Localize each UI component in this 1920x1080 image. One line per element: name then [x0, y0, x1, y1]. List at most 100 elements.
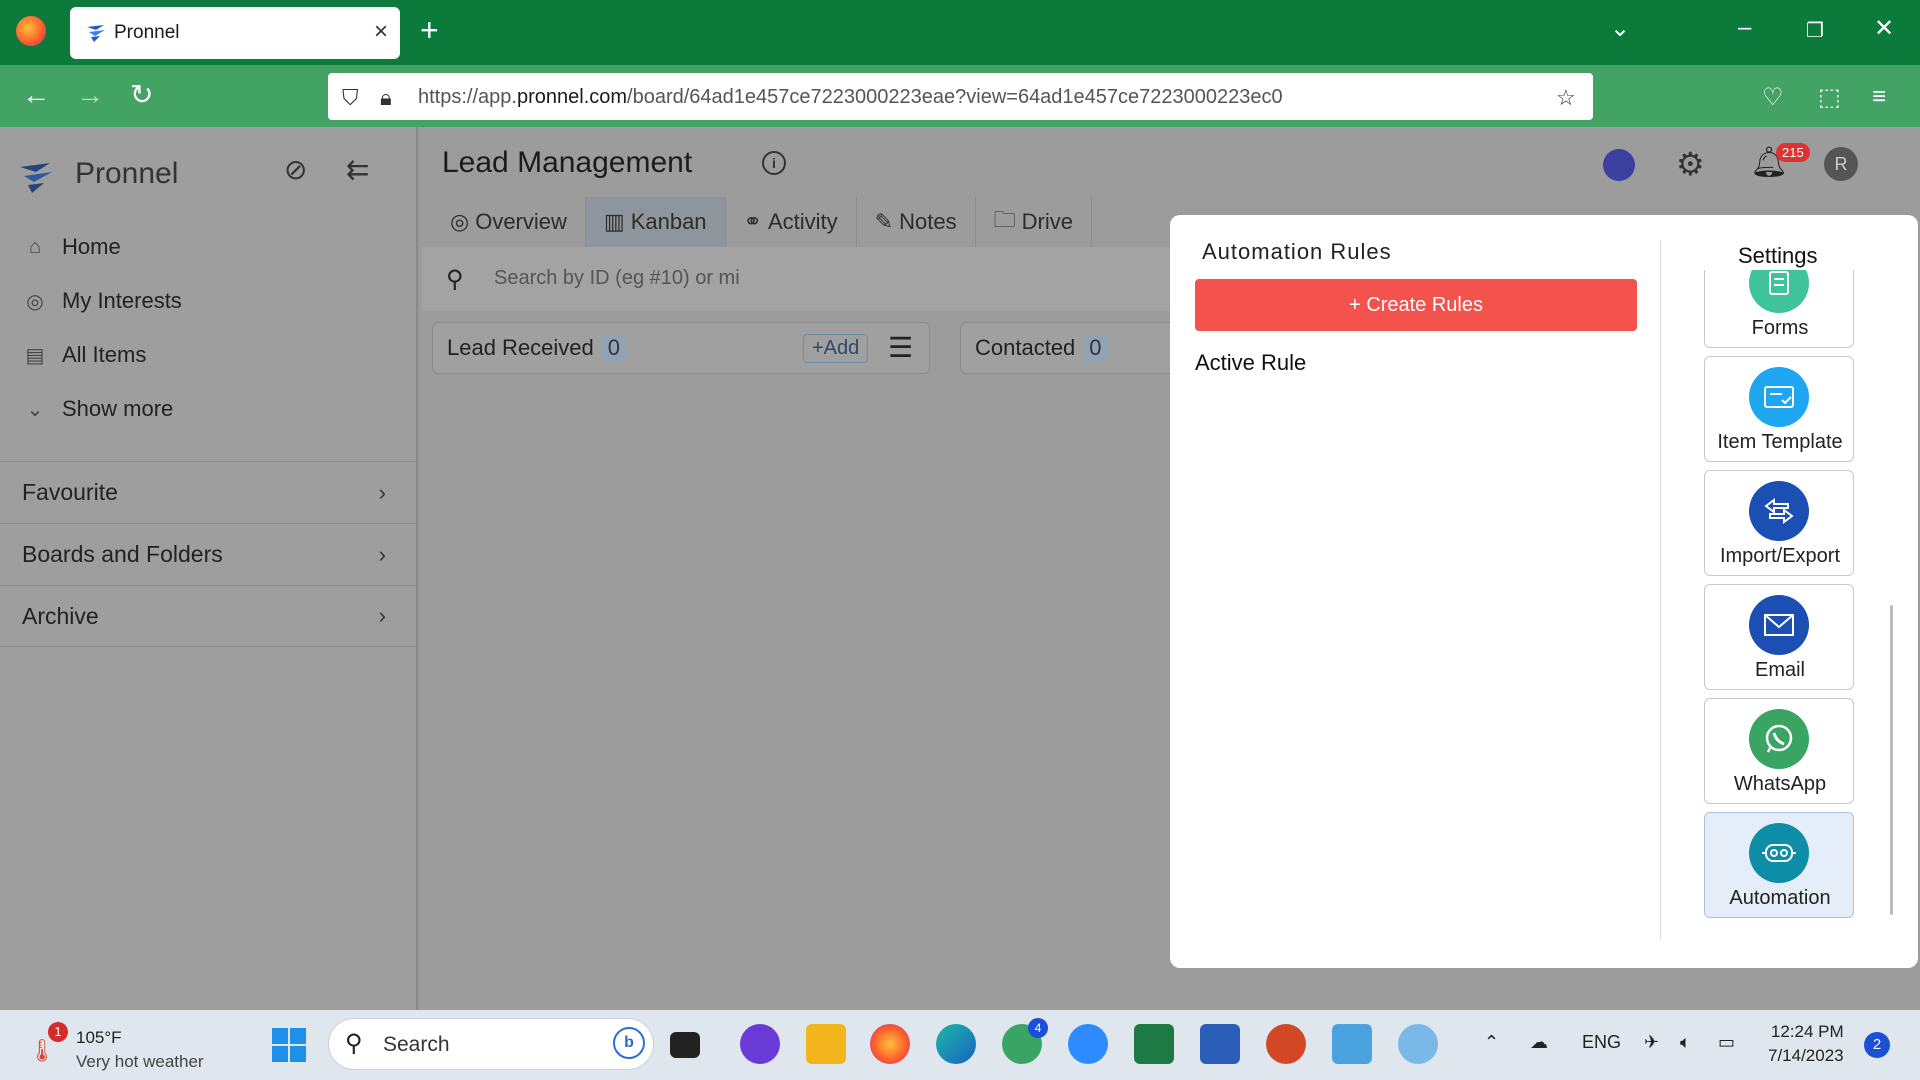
- chevron-up-icon[interactable]: ⌃: [1484, 1032, 1499, 1053]
- import-export-icon: [1749, 481, 1809, 541]
- firefox-icon[interactable]: [16, 16, 46, 46]
- bing-icon[interactable]: b: [613, 1027, 645, 1059]
- add-item-button[interactable]: +Add: [803, 334, 869, 363]
- chevron-right-icon: ›: [378, 541, 386, 567]
- home-icon: ⌂: [28, 235, 42, 258]
- page-title: Lead Management: [442, 146, 693, 179]
- battery-icon[interactable]: ▭: [1718, 1032, 1735, 1053]
- gear-icon[interactable]: ⚙: [1676, 145, 1705, 183]
- search-icon: ⚲: [345, 1030, 363, 1057]
- pronnel-logo-icon: [20, 163, 52, 193]
- browser-tab[interactable]: Pronnel ×: [70, 7, 400, 59]
- tab-title: Pronnel: [114, 22, 180, 43]
- sidebar-item-all-items[interactable]: ▤ All Items: [22, 335, 147, 375]
- task-view-icon[interactable]: [670, 1032, 700, 1058]
- tab-kanban[interactable]: ▥ Kanban: [585, 197, 726, 247]
- word-icon[interactable]: [1200, 1024, 1240, 1064]
- column-title: Contacted 0: [975, 335, 1108, 361]
- tab-list-icon[interactable]: ⌄: [1610, 14, 1630, 43]
- clock[interactable]: 12:24 PM 7/14/2023: [1768, 1020, 1844, 1068]
- sidebar-section-boards[interactable]: Boards and Folders ›: [0, 523, 418, 585]
- extensions-icon[interactable]: ⬚: [1818, 83, 1841, 112]
- app: Pronnel ⊘ ⇇ ⌂ Home ◎ My Interests ▤ All Ite…: [0, 127, 1920, 1010]
- divider: [1660, 240, 1661, 940]
- thermometer-icon: 🌡︎: [28, 1038, 56, 1063]
- tab-drive[interactable]: 🗀 Drive: [976, 197, 1092, 247]
- sidebar-item-home[interactable]: ⌂ Home: [22, 227, 121, 267]
- activity-icon: ⚭: [743, 209, 762, 234]
- items-icon: ▤: [25, 344, 45, 367]
- new-tab-button[interactable]: +: [420, 14, 439, 46]
- automation-modal: Automation Rules + Create Rules Active R…: [1170, 215, 1918, 968]
- forward-icon[interactable]: →: [76, 81, 104, 109]
- column-count: 0: [1083, 335, 1108, 361]
- search-icon: ⚲: [446, 266, 464, 293]
- bookmark-star-icon[interactable]: ☆: [1556, 85, 1576, 111]
- settings-item-email[interactable]: Email: [1704, 584, 1854, 690]
- menu-icon[interactable]: ≡: [1872, 83, 1886, 111]
- settings-item-item-template[interactable]: Item Template: [1704, 356, 1854, 462]
- lock-icon[interactable]: 🔒︎: [380, 85, 392, 111]
- pocket-icon[interactable]: ♡: [1762, 83, 1784, 112]
- url-text[interactable]: https://app.pronnel.com/board/64ad1e457c…: [418, 86, 1283, 109]
- column-title: Lead Received 0: [447, 335, 627, 361]
- cloud-icon[interactable]: ☁: [1530, 1032, 1548, 1053]
- notification-count[interactable]: 2: [1864, 1032, 1890, 1058]
- sidebar: Pronnel ⊘ ⇇ ⌂ Home ◎ My Interests ▤ All Ite…: [0, 127, 418, 1010]
- close-window-icon[interactable]: ✕: [1874, 14, 1894, 43]
- reload-icon[interactable]: ↻: [130, 81, 153, 109]
- notepad-icon[interactable]: [1332, 1024, 1372, 1064]
- paint-icon[interactable]: [1398, 1024, 1438, 1064]
- settings-item-automation[interactable]: Automation: [1704, 812, 1854, 918]
- windows-start-icon[interactable]: [272, 1028, 306, 1062]
- sidebar-section-favourite[interactable]: Favourite ›: [0, 461, 418, 523]
- kanban-column-header: Lead Received 0 +Add ☰: [432, 322, 930, 374]
- language-indicator[interactable]: ENG: [1582, 1032, 1621, 1053]
- zoom-icon[interactable]: [1068, 1024, 1108, 1064]
- settings-item-import-export[interactable]: Import/Export: [1704, 470, 1854, 576]
- tab-notes[interactable]: ✎ Notes: [857, 197, 976, 247]
- minimize-icon[interactable]: –: [1738, 14, 1751, 42]
- view-tabs: ◎ Overview ▥ Kanban ⚭ Activity ✎ Notes 🗀 Driv…: [432, 197, 1092, 247]
- interests-icon: ◎: [26, 290, 44, 313]
- automation-title: Automation Rules: [1202, 239, 1392, 264]
- file-explorer-icon[interactable]: [806, 1024, 846, 1064]
- sidebar-item-show-more[interactable]: ⌄ Show more: [22, 389, 174, 429]
- tab-overview[interactable]: ◎ Overview: [432, 197, 586, 247]
- airplane-icon[interactable]: ✈: [1644, 1032, 1659, 1053]
- app-mask-icon[interactable]: [740, 1024, 780, 1064]
- whatsapp-icon: [1749, 709, 1809, 769]
- kanban-icon: ▥: [603, 209, 625, 234]
- info-icon[interactable]: i: [762, 151, 786, 175]
- shield-icon[interactable]: ⛉: [342, 85, 359, 111]
- powerpoint-icon[interactable]: [1266, 1024, 1306, 1064]
- template-icon: [1749, 367, 1809, 427]
- avatar[interactable]: R: [1824, 147, 1858, 181]
- theme-toggle-icon[interactable]: ⊘: [284, 153, 307, 186]
- forms-icon: [1749, 270, 1809, 313]
- column-menu-icon[interactable]: ☰: [888, 331, 913, 364]
- excel-icon[interactable]: [1134, 1024, 1174, 1064]
- back-icon[interactable]: ←: [22, 81, 50, 109]
- team-icon[interactable]: [1603, 149, 1635, 181]
- settings-list: Forms Item Template Import/Export Email …: [1704, 270, 1864, 950]
- settings-item-whatsapp[interactable]: WhatsApp: [1704, 698, 1854, 804]
- search-input[interactable]: Search by ID (eg #10) or mi: [494, 267, 740, 290]
- restore-icon[interactable]: ❐: [1806, 18, 1824, 43]
- firefox-taskbar-icon[interactable]: [870, 1024, 910, 1064]
- create-rules-button[interactable]: + Create Rules: [1195, 279, 1637, 331]
- close-tab-icon[interactable]: ×: [374, 18, 388, 46]
- address-bar[interactable]: ⛉ 🔒︎ https://app.pronnel.com/board/64ad1…: [328, 73, 1593, 120]
- edge-icon[interactable]: [936, 1024, 976, 1064]
- collapse-sidebar-icon[interactable]: ⇇: [346, 153, 369, 186]
- notification-badge: 215: [1776, 143, 1810, 162]
- taskbar-search[interactable]: ⚲ Search b: [328, 1018, 654, 1070]
- sidebar-section-archive[interactable]: Archive ›: [0, 585, 418, 647]
- tab-activity[interactable]: ⚭ Activity: [726, 197, 857, 247]
- scrollbar[interactable]: [1890, 605, 1893, 915]
- sidebar-item-my-interests[interactable]: ◎ My Interests: [22, 281, 182, 321]
- settings-item-forms[interactable]: Forms: [1704, 270, 1854, 348]
- column-count: 0: [601, 335, 627, 361]
- volume-icon[interactable]: 🔈︎: [1680, 1032, 1691, 1053]
- folder-icon: 🗀: [993, 207, 1016, 232]
